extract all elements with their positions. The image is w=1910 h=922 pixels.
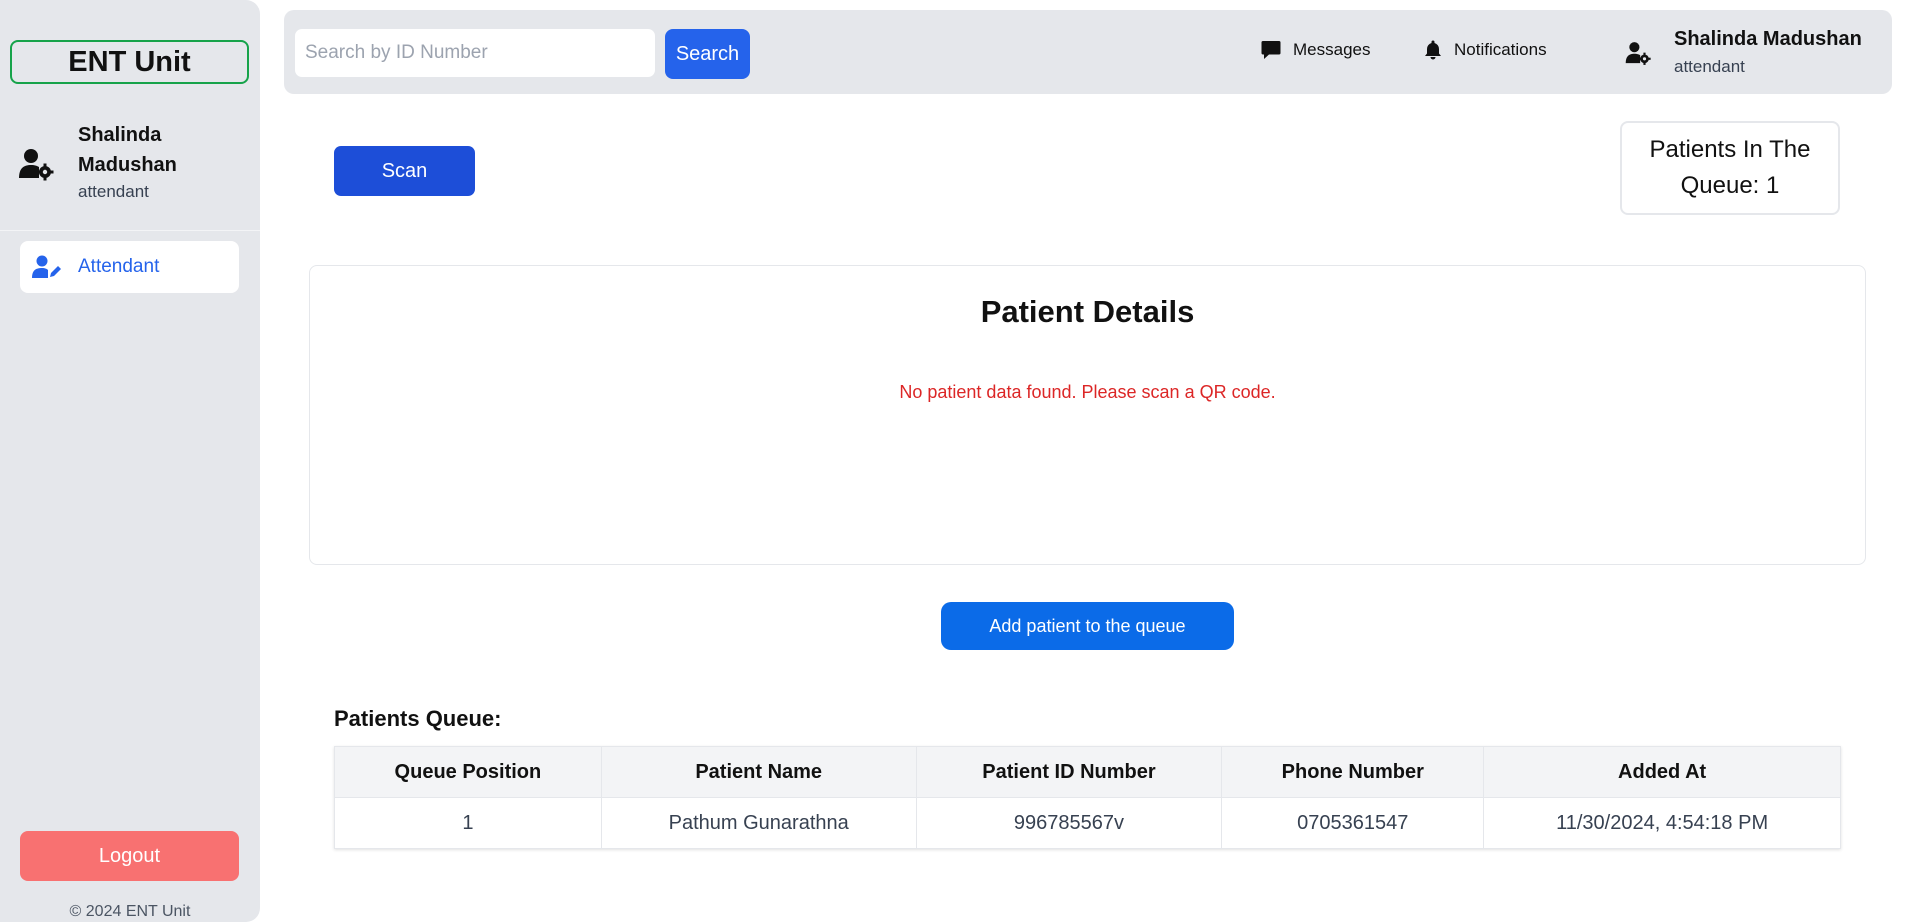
add-to-queue-button[interactable]: Add patient to the queue <box>941 602 1234 650</box>
patient-id-cell: 996785567v <box>915 797 1223 849</box>
top-bar: Search Messages Notifications Shalinda M… <box>284 10 1892 94</box>
sidebar-item-attendant[interactable]: Attendant <box>20 241 239 293</box>
logout-button[interactable]: Logout <box>20 831 239 881</box>
column-header: Phone Number <box>1221 746 1485 798</box>
user-gear-icon <box>19 149 54 181</box>
copyright: © 2024 ENT Unit <box>69 903 191 920</box>
sidebar-user-info: Shalinda Madushan attendant <box>78 120 218 202</box>
sidebar-item-label: Attendant <box>78 256 160 277</box>
sidebar-user: Shalinda Madushan attendant <box>18 120 248 202</box>
column-header: Queue Position <box>334 746 602 798</box>
phone-number-cell: 0705361547 <box>1221 797 1485 849</box>
messages-label: Messages <box>1293 40 1371 59</box>
added-at-cell: 11/30/2024, 4:54:18 PM <box>1483 797 1841 849</box>
search-button[interactable]: Search <box>665 29 750 79</box>
bell-icon <box>1425 40 1441 60</box>
topbar-user[interactable]: Shalinda Madushan attendant <box>1624 28 1862 77</box>
patient-details-title: Patient Details <box>980 294 1195 329</box>
message-icon <box>1261 41 1281 59</box>
messages-link[interactable]: Messages <box>1261 40 1370 60</box>
brand-logo: ENT Unit <box>10 40 249 84</box>
table-header-row: Queue Position Patient Name Patient ID N… <box>334 746 1841 798</box>
column-header: Patient Name <box>600 746 917 798</box>
table-row: 1 Pathum Gunarathna 996785567v 070536154… <box>334 797 1841 849</box>
queue-position-cell: 1 <box>334 797 602 849</box>
notifications-link[interactable]: Notifications <box>1424 40 1547 60</box>
sidebar-divider <box>0 230 260 231</box>
column-header: Patient ID Number <box>915 746 1223 798</box>
queue-table: Queue Position Patient Name Patient ID N… <box>334 746 1841 849</box>
topbar-user-info: Shalinda Madushan attendant <box>1674 28 1862 77</box>
scan-button[interactable]: Scan <box>334 146 475 196</box>
notifications-label: Notifications <box>1454 40 1547 59</box>
patient-name-cell: Pathum Gunarathna <box>600 797 917 849</box>
column-header: Added At <box>1483 746 1841 798</box>
sidebar-user-role: attendant <box>78 182 149 201</box>
topbar-user-name: Shalinda Madushan <box>1674 28 1862 50</box>
search-input[interactable] <box>294 28 656 78</box>
user-gear-icon <box>1625 41 1651 65</box>
sidebar-user-name: Shalinda Madushan <box>78 124 177 176</box>
no-patient-message: No patient data found. Please scan a QR … <box>899 382 1276 402</box>
queue-title: Patients Queue: <box>334 706 502 731</box>
sidebar: ENT Unit Shalinda Madushan attendant Att… <box>0 0 260 922</box>
user-edit-icon <box>32 255 61 278</box>
patient-details-card: Patient Details No patient data found. P… <box>309 265 1866 565</box>
queue-count-card: Patients In The Queue: 1 <box>1620 121 1840 215</box>
topbar-user-role: attendant <box>1674 57 1745 76</box>
